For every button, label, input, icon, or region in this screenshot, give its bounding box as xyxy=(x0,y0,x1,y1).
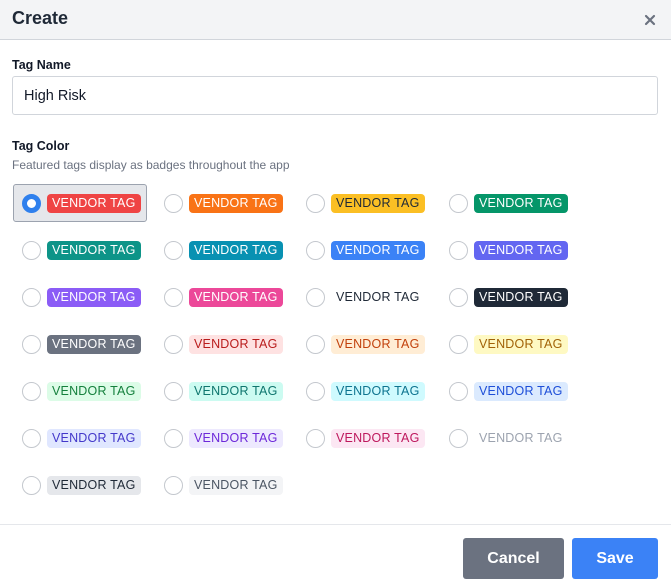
vendor-tag-badge: VENDOR TAG xyxy=(331,334,425,354)
tag-color-label: Tag Color xyxy=(12,139,70,153)
tag-color-radio[interactable] xyxy=(164,240,183,260)
tag-color-radio[interactable] xyxy=(22,240,41,260)
tag-color-option[interactable]: VENDOR TAG xyxy=(297,372,431,410)
dialog-title: Create xyxy=(12,8,69,28)
vendor-tag-badge: VENDOR TAG xyxy=(331,428,425,448)
tag-color-option[interactable]: VENDOR TAG xyxy=(155,372,289,410)
tag-color-option[interactable]: VENDOR TAG xyxy=(440,325,574,363)
tag-color-radio[interactable] xyxy=(449,381,468,401)
tag-color-option[interactable]: VENDOR TAG xyxy=(13,278,147,316)
vendor-tag-badge: VENDOR TAG xyxy=(189,287,283,307)
tag-color-help-text: Featured tags display as badges througho… xyxy=(12,158,290,172)
tag-color-option[interactable]: VENDOR TAG xyxy=(155,419,289,457)
vendor-tag-badge: VENDOR TAG xyxy=(47,428,141,448)
vendor-tag-badge: VENDOR TAG xyxy=(189,381,283,401)
vendor-tag-badge: VENDOR TAG xyxy=(474,287,568,307)
tag-color-radio[interactable] xyxy=(449,193,468,213)
vendor-tag-badge: VENDOR TAG xyxy=(474,428,568,448)
tag-color-radio[interactable] xyxy=(22,475,41,495)
tag-color-option[interactable]: VENDOR TAG xyxy=(155,278,289,316)
tag-color-option[interactable]: VENDOR TAG xyxy=(297,231,431,269)
cancel-button[interactable]: Cancel xyxy=(463,538,564,579)
vendor-tag-badge: VENDOR TAG xyxy=(331,287,425,307)
tag-color-radio[interactable] xyxy=(164,475,183,495)
tag-color-radio[interactable] xyxy=(164,287,183,307)
vendor-tag-badge: VENDOR TAG xyxy=(189,240,283,260)
close-button[interactable] xyxy=(638,8,662,32)
tag-color-radio[interactable] xyxy=(22,428,41,448)
vendor-tag-badge: VENDOR TAG xyxy=(189,428,283,448)
tag-color-option[interactable]: VENDOR TAG xyxy=(13,231,147,269)
vendor-tag-badge: VENDOR TAG xyxy=(474,334,568,354)
tag-color-radio[interactable] xyxy=(22,381,41,401)
footer-divider xyxy=(0,524,671,525)
tag-color-radio[interactable] xyxy=(164,334,183,354)
vendor-tag-badge: VENDOR TAG xyxy=(474,240,568,260)
tag-color-radio[interactable] xyxy=(22,287,41,307)
tag-color-option[interactable]: VENDOR TAG xyxy=(297,419,431,457)
tag-color-radio[interactable] xyxy=(449,334,468,354)
tag-color-radio[interactable] xyxy=(164,428,183,448)
vendor-tag-badge: VENDOR TAG xyxy=(47,287,141,307)
tag-color-radio[interactable] xyxy=(22,193,41,213)
vendor-tag-badge: VENDOR TAG xyxy=(331,240,425,260)
tag-color-option[interactable]: VENDOR TAG xyxy=(155,466,289,504)
vendor-tag-badge: VENDOR TAG xyxy=(47,475,141,495)
tag-color-option[interactable]: VENDOR TAG xyxy=(13,184,147,222)
tag-color-option[interactable]: VENDOR TAG xyxy=(155,231,289,269)
dialog-header: Create xyxy=(0,0,671,40)
tag-color-option[interactable]: VENDOR TAG xyxy=(440,184,574,222)
vendor-tag-badge: VENDOR TAG xyxy=(331,381,425,401)
tag-color-option[interactable]: VENDOR TAG xyxy=(440,419,574,457)
tag-name-input[interactable] xyxy=(12,76,658,115)
tag-color-radio[interactable] xyxy=(306,240,325,260)
close-icon xyxy=(644,14,656,26)
tag-color-radio[interactable] xyxy=(449,428,468,448)
tag-color-radio[interactable] xyxy=(22,334,41,354)
vendor-tag-badge: VENDOR TAG xyxy=(47,193,141,213)
tag-color-option[interactable]: VENDOR TAG xyxy=(155,184,289,222)
tag-color-option[interactable]: VENDOR TAG xyxy=(297,325,431,363)
tag-color-option[interactable]: VENDOR TAG xyxy=(155,325,289,363)
vendor-tag-badge: VENDOR TAG xyxy=(47,334,141,354)
save-button[interactable]: Save xyxy=(572,538,658,579)
vendor-tag-badge: VENDOR TAG xyxy=(189,193,283,213)
tag-color-radio[interactable] xyxy=(306,334,325,354)
tag-color-option[interactable]: VENDOR TAG xyxy=(440,372,574,410)
tag-color-radio[interactable] xyxy=(306,287,325,307)
tag-color-radio[interactable] xyxy=(164,381,183,401)
tag-color-radio[interactable] xyxy=(449,287,468,307)
tag-name-label: Tag Name xyxy=(12,58,71,72)
tag-color-radio[interactable] xyxy=(306,193,325,213)
tag-color-option[interactable]: VENDOR TAG xyxy=(297,184,431,222)
vendor-tag-badge: VENDOR TAG xyxy=(189,334,283,354)
vendor-tag-badge: VENDOR TAG xyxy=(474,193,568,213)
vendor-tag-badge: VENDOR TAG xyxy=(474,381,568,401)
tag-color-radio[interactable] xyxy=(306,381,325,401)
tag-color-option[interactable]: VENDOR TAG xyxy=(13,466,147,504)
vendor-tag-badge: VENDOR TAG xyxy=(47,240,141,260)
tag-color-option[interactable]: VENDOR TAG xyxy=(440,278,574,316)
vendor-tag-badge: VENDOR TAG xyxy=(189,475,283,495)
tag-color-radio[interactable] xyxy=(306,428,325,448)
vendor-tag-badge: VENDOR TAG xyxy=(331,193,425,213)
tag-color-option[interactable]: VENDOR TAG xyxy=(13,419,147,457)
tag-color-radio[interactable] xyxy=(164,193,183,213)
tag-color-radio[interactable] xyxy=(449,240,468,260)
vendor-tag-badge: VENDOR TAG xyxy=(47,381,141,401)
tag-color-option[interactable]: VENDOR TAG xyxy=(13,325,147,363)
tag-color-option[interactable]: VENDOR TAG xyxy=(13,372,147,410)
tag-color-option[interactable]: VENDOR TAG xyxy=(440,231,574,269)
tag-color-option[interactable]: VENDOR TAG xyxy=(297,278,431,316)
